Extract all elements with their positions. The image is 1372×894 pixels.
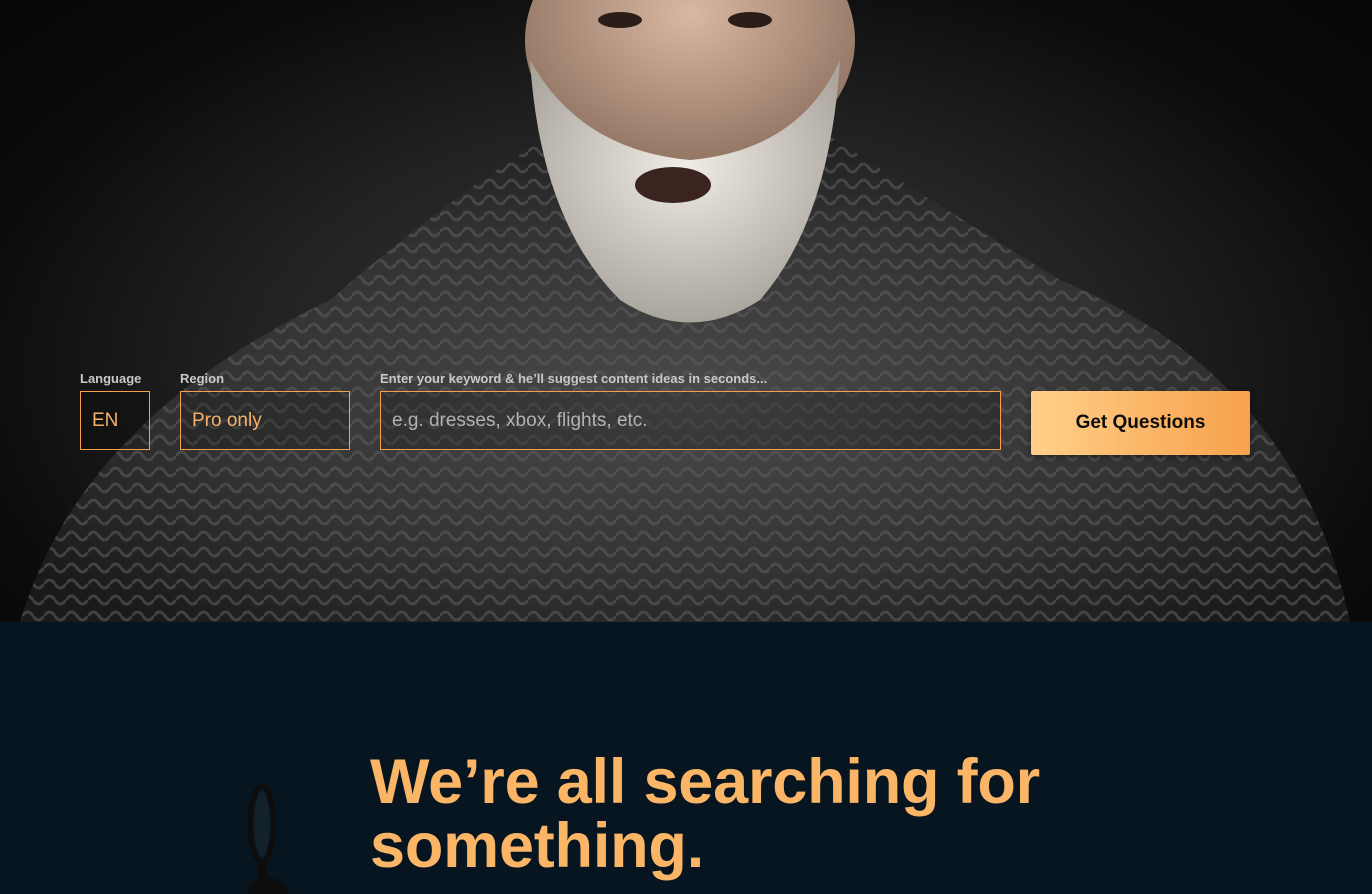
keyword-search-form: Language EN Region Pro only Enter your k… [0, 0, 1372, 622]
magnifying-glass-icon [247, 783, 289, 894]
keyword-search-input[interactable] [380, 391, 1001, 450]
region-select[interactable]: Pro only [180, 391, 350, 450]
page-headline: We’re all searching for something. [370, 747, 1040, 881]
language-select[interactable]: EN [80, 391, 150, 450]
language-label: Language [80, 371, 142, 386]
keyword-label: Enter your keyword & he’ll suggest conte… [380, 371, 768, 386]
intro-section: We’re all searching for something. [0, 622, 1372, 894]
get-questions-button[interactable]: Get Questions [1031, 391, 1250, 455]
hero-section: Language EN Region Pro only Enter your k… [0, 0, 1372, 622]
region-label: Region [180, 371, 225, 386]
